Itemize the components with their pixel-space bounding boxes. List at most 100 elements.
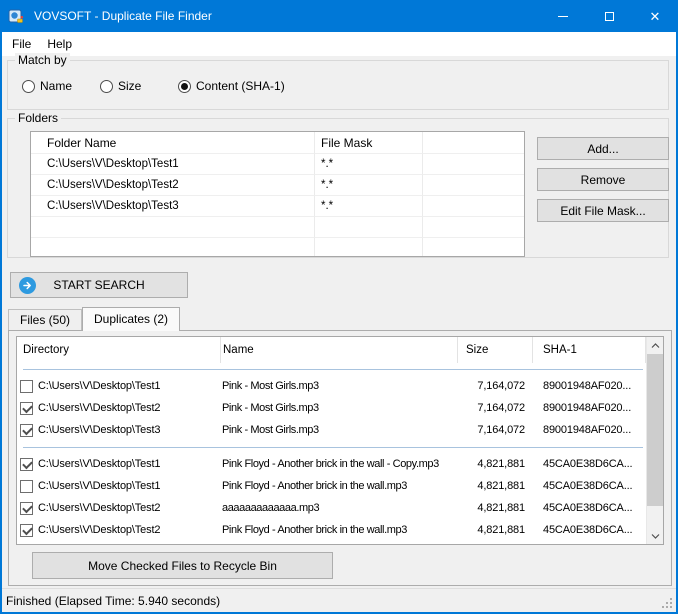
- row-checkbox[interactable]: [20, 480, 33, 493]
- radio-option[interactable]: Content (SHA-1): [178, 79, 285, 93]
- folders-table-body: C:\Users\V\Desktop\Test1*.*C:\Users\V\De…: [31, 154, 524, 257]
- row-checkbox[interactable]: [20, 458, 33, 471]
- duplicate-row[interactable]: C:\Users\V\Desktop\Test2Pink - Most Girl…: [17, 397, 646, 419]
- folder-name-cell: [31, 217, 315, 238]
- edit-file-mask-button[interactable]: Edit File Mask...: [537, 199, 669, 222]
- sha1-cell: 45CA0E38D6CA...: [533, 524, 646, 536]
- radio-icon: [178, 80, 191, 93]
- name-cell: Pink - Most Girls.mp3: [221, 402, 458, 414]
- folder-table-row[interactable]: C:\Users\V\Desktop\Test1*.*: [31, 154, 524, 175]
- radio-option-label: Name: [40, 79, 72, 93]
- name-cell: aaaaaaaaaaaaa.mp3: [221, 502, 458, 514]
- folder-name-cell: C:\Users\V\Desktop\Test3: [31, 196, 315, 217]
- maximize-button[interactable]: [586, 0, 632, 32]
- sha1-cell: 89001948AF020...: [533, 380, 646, 392]
- sha1-header[interactable]: SHA-1: [533, 337, 646, 363]
- folders-group: Folders Folder Name File Mask C:\Users\V…: [7, 118, 669, 258]
- scroll-up-icon[interactable]: [647, 337, 663, 354]
- file-mask-cell: [315, 238, 423, 257]
- scroll-down-icon[interactable]: [647, 527, 663, 544]
- size-cell: 7,164,072: [458, 380, 533, 392]
- duplicate-row[interactable]: C:\Users\V\Desktop\Test1Pink Floyd - Ano…: [17, 453, 646, 475]
- directory-cell: C:\Users\V\Desktop\Test3: [38, 424, 221, 436]
- folder-name-cell: C:\Users\V\Desktop\Test1: [31, 154, 315, 175]
- name-cell: Pink - Most Girls.mp3: [221, 424, 458, 436]
- start-search-button[interactable]: START SEARCH: [10, 272, 188, 298]
- checkbox-cell: [17, 475, 38, 497]
- app-window: VOVSOFT - Duplicate File Finder ✕ FileHe…: [0, 0, 678, 614]
- row-checkbox[interactable]: [20, 380, 33, 393]
- empty-cell: [423, 154, 524, 175]
- sha1-cell: 45CA0E38D6CA...: [533, 480, 646, 492]
- duplicate-row[interactable]: C:\Users\V\Desktop\Test2Pink Floyd - Ano…: [17, 519, 646, 541]
- checkbox-cell: [17, 497, 38, 519]
- directory-header[interactable]: Directory: [17, 337, 221, 363]
- row-checkbox[interactable]: [20, 524, 33, 537]
- group-separator: [23, 447, 643, 448]
- radio-icon: [22, 80, 35, 93]
- match-by-group: Match by NameSizeContent (SHA-1): [7, 60, 669, 110]
- start-search-label: START SEARCH: [53, 278, 144, 292]
- directory-cell: C:\Users\V\Desktop\Test1: [38, 458, 221, 470]
- folders-table-header: Folder Name File Mask: [31, 132, 524, 154]
- minimize-icon: [558, 16, 568, 17]
- minimize-button[interactable]: [540, 0, 586, 32]
- radio-option[interactable]: Name: [22, 79, 100, 93]
- name-cell: Pink Floyd - Another brick in the wall -…: [221, 458, 458, 470]
- file-mask-cell: [315, 217, 423, 238]
- row-checkbox[interactable]: [20, 402, 33, 415]
- duplicates-table[interactable]: Directory Name Size SHA-1 C:\Users\V\Des…: [16, 336, 664, 545]
- size-cell: 4,821,881: [458, 524, 533, 536]
- size-cell: 4,821,881: [458, 480, 533, 492]
- folder-name-header: Folder Name: [31, 132, 315, 154]
- folder-table-row: [31, 238, 524, 257]
- folder-table-row[interactable]: C:\Users\V\Desktop\Test2*.*: [31, 175, 524, 196]
- tab-duplicates-2[interactable]: Duplicates (2): [82, 307, 180, 331]
- vertical-scrollbar[interactable]: [646, 337, 663, 544]
- title-bar[interactable]: VOVSOFT - Duplicate File Finder ✕: [0, 0, 678, 32]
- scrollbar-thumb[interactable]: [647, 354, 663, 506]
- duplicates-table-content: Directory Name Size SHA-1 C:\Users\V\Des…: [17, 337, 646, 544]
- empty-cell: [423, 238, 524, 257]
- window-controls: ✕: [540, 0, 678, 32]
- size-cell: 7,164,072: [458, 402, 533, 414]
- close-button[interactable]: ✕: [632, 0, 678, 32]
- group-separator: [23, 369, 643, 370]
- name-header[interactable]: Name: [221, 337, 458, 363]
- size-cell: 7,164,072: [458, 424, 533, 436]
- directory-cell: C:\Users\V\Desktop\Test1: [38, 480, 221, 492]
- directory-cell: C:\Users\V\Desktop\Test2: [38, 402, 221, 414]
- folders-table[interactable]: Folder Name File Mask C:\Users\V\Desktop…: [30, 131, 525, 257]
- sha1-cell: 45CA0E38D6CA...: [533, 458, 646, 470]
- duplicate-row[interactable]: C:\Users\V\Desktop\Test1Pink - Most Girl…: [17, 375, 646, 397]
- move-checked-files-button[interactable]: Move Checked Files to Recycle Bin: [32, 552, 333, 579]
- file-mask-cell: *.*: [315, 154, 423, 175]
- tab-bar: Files (50)Duplicates (2): [8, 306, 180, 330]
- duplicate-row[interactable]: C:\Users\V\Desktop\Test3Pink - Most Girl…: [17, 419, 646, 441]
- tab-files-50[interactable]: Files (50): [8, 309, 82, 330]
- radio-option-label: Size: [118, 79, 141, 93]
- folder-name-cell: [31, 238, 315, 257]
- folder-table-row: [31, 217, 524, 238]
- match-by-options: Name Size Content (SHA-1): [22, 79, 285, 93]
- checkbox-cell: [17, 419, 38, 441]
- menu-bar: FileHelp: [2, 32, 676, 56]
- app-icon[interactable]: [8, 8, 25, 25]
- radio-option[interactable]: Size: [100, 79, 178, 93]
- sha1-cell: 89001948AF020...: [533, 402, 646, 414]
- duplicate-row[interactable]: C:\Users\V\Desktop\Test1Pink Floyd - Ano…: [17, 475, 646, 497]
- directory-cell: C:\Users\V\Desktop\Test2: [38, 502, 221, 514]
- size-header[interactable]: Size: [458, 337, 533, 363]
- status-bar: Finished (Elapsed Time: 5.940 seconds): [2, 588, 676, 612]
- folder-table-row[interactable]: C:\Users\V\Desktop\Test3*.*: [31, 196, 524, 217]
- remove-button[interactable]: Remove: [537, 168, 669, 191]
- file-mask-header: File Mask: [315, 132, 423, 154]
- directory-cell: C:\Users\V\Desktop\Test1: [38, 380, 221, 392]
- row-checkbox[interactable]: [20, 424, 33, 437]
- close-icon: ✕: [650, 10, 661, 23]
- add-button[interactable]: Add...: [537, 137, 669, 160]
- resize-grip-icon[interactable]: [662, 598, 674, 610]
- duplicate-row[interactable]: C:\Users\V\Desktop\Test2aaaaaaaaaaaaa.mp…: [17, 497, 646, 519]
- duplicates-tab-page: Directory Name Size SHA-1 C:\Users\V\Des…: [8, 330, 672, 586]
- row-checkbox[interactable]: [20, 502, 33, 515]
